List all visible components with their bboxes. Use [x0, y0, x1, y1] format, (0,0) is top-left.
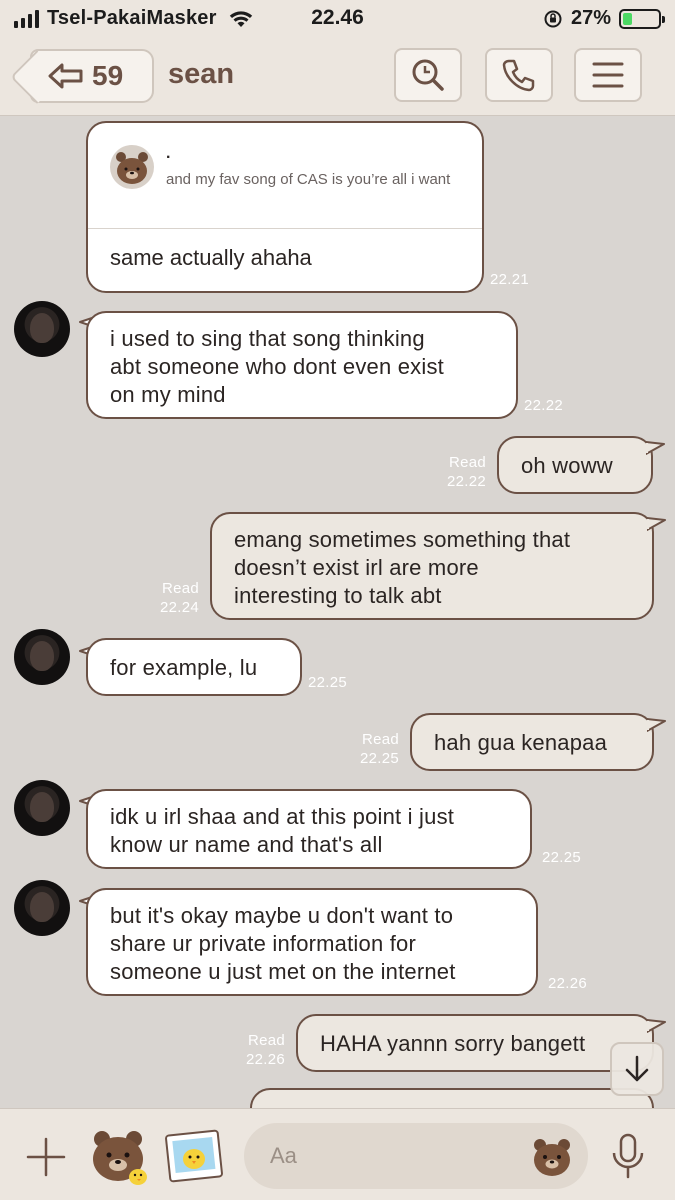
rotation-lock-icon [544, 10, 562, 27]
bubble-tail [647, 1019, 666, 1033]
photo-icon[interactable] [164, 1127, 224, 1185]
read-receipt: Read [161, 580, 199, 597]
plus-icon[interactable] [26, 1137, 66, 1177]
message-time: 22.26 [548, 975, 588, 992]
unread-count: 59 [92, 60, 124, 91]
message-time: 22.26 [245, 1051, 285, 1068]
back-arrow-icon [48, 63, 83, 89]
arrow-down-icon [625, 1055, 649, 1082]
message-line: share ur private information for [110, 931, 416, 956]
avatar[interactable] [14, 301, 70, 357]
message-text: hah gua kenapaa [434, 730, 608, 755]
emoji-icon[interactable] [530, 1135, 574, 1179]
message-bubble-incoming[interactable]: but it's okay maybe u don't want to shar… [86, 888, 538, 996]
message-line: someone u just met on the internet [110, 959, 456, 984]
search-button[interactable] [394, 48, 462, 102]
message-line: idk u irl shaa and at this point i just [110, 804, 455, 829]
message-bubble-outgoing[interactable]: HAHA yannn sorry bangett [296, 1014, 654, 1072]
menu-button[interactable] [574, 48, 642, 102]
message-time: 22.25 [359, 750, 399, 767]
message-time: 22.22 [446, 473, 486, 490]
status-bar: Tsel-PakaiMasker 22.46 27% [0, 0, 675, 36]
chat-header: 59 sean [0, 36, 675, 116]
read-receipt: Read [247, 1032, 285, 1049]
message-bubble-incoming[interactable]: for example, lu [86, 638, 302, 696]
phone-icon [502, 59, 535, 92]
message-line: interesting to talk abt [234, 583, 442, 608]
message-line: but it's okay maybe u don't want to [110, 903, 454, 928]
microphone-icon[interactable] [610, 1133, 646, 1179]
battery-level [623, 12, 633, 25]
message-text: HAHA yannn sorry bangett [320, 1031, 586, 1056]
search-icon [412, 59, 444, 91]
quoted-message[interactable]: . and my fav song of CAS is you’re all i… [88, 123, 482, 229]
battery-percent: 27% [570, 7, 611, 29]
battery-icon [619, 8, 665, 29]
bubble-tail [646, 441, 665, 455]
message-line: i used to sing that song thinking [110, 326, 425, 351]
call-button[interactable] [485, 48, 553, 102]
chat-title: sean [168, 58, 235, 90]
bubble-tail [647, 517, 666, 531]
input-bar [0, 1108, 675, 1200]
message-bubble-outgoing[interactable]: oh woww [497, 436, 653, 494]
message-time: 22.25 [308, 674, 348, 691]
message-time: 22.25 [542, 849, 582, 866]
status-right: 27% [543, 7, 665, 30]
bear-avatar-icon [110, 145, 154, 189]
message-text: same actually ahaha [110, 245, 312, 270]
quoted-text: and my fav song of CAS is you’re all i w… [166, 171, 451, 188]
back-button[interactable]: 59 [30, 49, 154, 103]
message-line: know ur name and that's all [110, 832, 383, 857]
message-line: abt someone who dont even exist [110, 354, 444, 379]
sticker-icon[interactable] [88, 1125, 150, 1187]
read-receipt: Read [448, 454, 486, 471]
message-bubble-reply[interactable]: . and my fav song of CAS is you’re all i… [86, 121, 484, 293]
message-bubble-incoming[interactable]: i used to sing that song thinking abt so… [86, 311, 518, 419]
message-time: 22.24 [159, 599, 199, 616]
message-line: on my mind [110, 382, 226, 407]
scroll-to-bottom-button[interactable] [610, 1042, 664, 1096]
message-line: emang sometimes something that [234, 527, 571, 552]
message-time: 22.22 [524, 397, 564, 414]
read-receipt: Read [361, 731, 399, 748]
avatar[interactable] [14, 880, 70, 936]
message-text: for example, lu [110, 655, 258, 680]
menu-icon [592, 62, 624, 88]
message-bubble-incoming[interactable]: idk u irl shaa and at this point i just … [86, 789, 532, 869]
message-bubble-outgoing[interactable]: hah gua kenapaa [410, 713, 654, 771]
avatar[interactable] [14, 780, 70, 836]
avatar[interactable] [14, 629, 70, 685]
quoted-author: . [166, 145, 171, 162]
message-bubble-outgoing[interactable]: emang sometimes something that doesn’t e… [210, 512, 654, 620]
message-text: oh woww [521, 453, 613, 478]
bubble-tail [647, 718, 666, 732]
message-line: doesn’t exist irl are more [234, 555, 479, 580]
message-time: 22.21 [490, 271, 530, 288]
